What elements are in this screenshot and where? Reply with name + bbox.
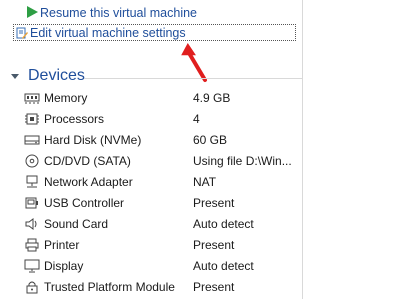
device-name: Network Adapter <box>44 174 133 189</box>
edit-vm-settings-link[interactable]: Edit virtual machine settings <box>13 24 296 41</box>
device-name: Sound Card <box>44 217 109 232</box>
device-row-sound-card[interactable]: Sound Card Auto detect <box>0 214 302 235</box>
device-name: Printer <box>44 238 80 253</box>
resume-vm-label[interactable]: Resume this virtual machine <box>40 6 197 20</box>
edit-settings-icon[interactable] <box>16 27 28 39</box>
device-value: Present <box>193 280 235 295</box>
device-name: Hard Disk (NVMe) <box>44 132 142 147</box>
device-row-memory[interactable]: Memory 4.9 GB <box>0 87 302 108</box>
device-row-hard-disk[interactable]: Hard Disk (NVMe) 60 GB <box>0 129 302 150</box>
resume-vm-link[interactable]: Resume this virtual machine <box>26 5 197 21</box>
device-row-printer[interactable]: Printer Present <box>0 235 302 256</box>
sound-card-icon <box>25 218 37 231</box>
vm-summary-panel: Resume this virtual machine Edit virtual… <box>0 0 401 299</box>
printer-icon <box>25 238 39 252</box>
device-row-usb-controller[interactable]: USB Controller Present <box>0 192 302 213</box>
hard-disk-icon <box>24 135 40 145</box>
device-value: 60 GB <box>193 132 228 147</box>
tpm-icon <box>26 281 38 294</box>
device-name: Trusted Platform Module <box>44 280 175 295</box>
device-name: Processors <box>44 111 105 126</box>
section-divider <box>84 78 302 79</box>
device-name: Display <box>44 259 84 274</box>
device-row-tpm[interactable]: Trusted Platform Module Present <box>0 277 302 298</box>
display-icon <box>24 259 40 273</box>
devices-section-title: Devices <box>28 67 85 84</box>
network-adapter-icon <box>26 175 38 188</box>
device-row-display[interactable]: Display Auto detect <box>0 256 302 277</box>
devices-section-header[interactable]: Devices <box>10 66 302 86</box>
device-row-processors[interactable]: Processors 4 <box>0 108 302 129</box>
device-value: NAT <box>193 174 217 189</box>
device-name: Memory <box>44 90 88 105</box>
processor-icon <box>25 113 39 125</box>
collapse-caret-icon[interactable] <box>10 71 20 81</box>
device-value: 4 <box>193 111 200 126</box>
device-list: Memory 4.9 GB Processors 4 Hard Disk (NV… <box>0 87 302 298</box>
device-value: Using file D:\Win... <box>193 153 292 168</box>
device-value: Auto detect <box>193 217 254 232</box>
device-name: CD/DVD (SATA) <box>44 153 131 168</box>
device-row-network-adapter[interactable]: Network Adapter NAT <box>0 171 302 192</box>
device-row-cd-dvd[interactable]: CD/DVD (SATA) Using file D:\Win... <box>0 150 302 171</box>
edit-vm-settings-label[interactable]: Edit virtual machine settings <box>30 26 186 40</box>
device-value: 4.9 GB <box>193 90 231 105</box>
device-name: USB Controller <box>44 196 125 211</box>
device-value: Auto detect <box>193 259 254 274</box>
memory-icon <box>24 93 40 104</box>
cd-dvd-icon <box>25 154 39 168</box>
usb-controller-icon <box>25 197 38 209</box>
panel-divider <box>302 0 303 299</box>
device-value: Present <box>193 238 235 253</box>
device-value: Present <box>193 196 235 211</box>
